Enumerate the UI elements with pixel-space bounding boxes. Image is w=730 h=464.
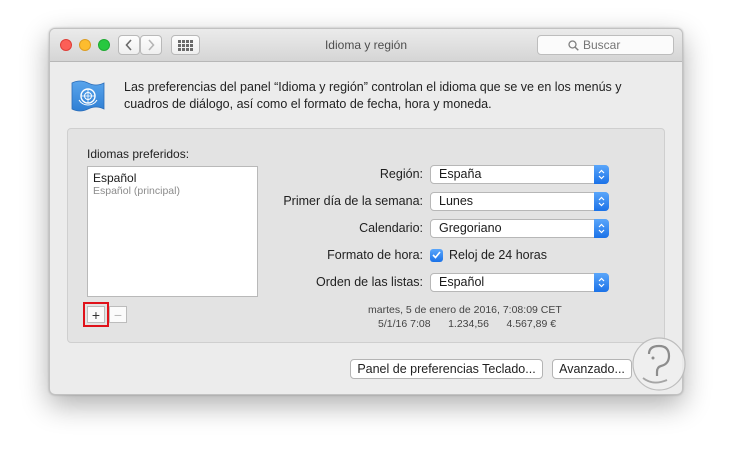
number-preview: 1.234,56	[448, 318, 489, 330]
panel-description: Las preferencias del panel “Idioma y reg…	[124, 80, 622, 111]
region-select[interactable]: España	[430, 165, 609, 184]
keyboard-prefs-button[interactable]: Panel de preferencias Teclado...	[350, 359, 543, 379]
calendar-label: Calendario:	[359, 221, 423, 235]
stepper-arrows-icon	[594, 219, 609, 238]
title-bar: Idioma y región	[50, 29, 682, 62]
time-format-label: Formato de hora:	[327, 248, 423, 262]
24-hour-label[interactable]: Reloj de 24 horas	[449, 248, 547, 262]
settings-panel: Idiomas preferidos: Español Español (pri…	[67, 128, 665, 343]
watermark-logo	[632, 337, 686, 391]
region-label: Región:	[379, 167, 423, 181]
close-window-button[interactable]	[60, 39, 72, 51]
un-flag-icon	[71, 80, 105, 112]
search-field[interactable]	[537, 35, 674, 55]
stepper-arrows-icon	[594, 192, 609, 211]
first-day-label: Primer día de la semana:	[283, 194, 423, 208]
first-day-value: Lunes	[439, 194, 474, 208]
forward-button[interactable]	[140, 35, 162, 55]
search-icon	[568, 39, 579, 51]
chevron-left-icon	[125, 39, 132, 51]
region-value: España	[439, 167, 482, 181]
zoom-window-button[interactable]	[98, 39, 110, 51]
search-input[interactable]	[583, 38, 643, 52]
preferences-window: Idioma y región Las preferencias del pan…	[49, 28, 683, 395]
short-format-preview: 5/1/16 7:08 1.234,56 4.567,89 €	[378, 318, 556, 330]
chevron-right-icon	[148, 39, 155, 51]
list-order-value: Español	[439, 275, 485, 289]
24-hour-checkbox[interactable]	[430, 248, 443, 262]
minimize-window-button[interactable]	[79, 39, 91, 51]
time-format-row: Reloj de 24 horas	[430, 248, 547, 262]
list-order-label: Orden de las listas:	[316, 275, 423, 289]
date-format-preview: martes, 5 de enero de 2016, 7:08:09 CET	[368, 304, 562, 316]
short-date-preview: 5/1/16 7:08	[378, 318, 431, 330]
show-all-button[interactable]	[171, 35, 200, 55]
advanced-button[interactable]: Avanzado...	[552, 359, 632, 379]
back-button[interactable]	[118, 35, 140, 55]
calendar-select[interactable]: Gregoriano	[430, 219, 609, 238]
stepper-arrows-icon	[594, 165, 609, 184]
stepper-arrows-icon	[594, 273, 609, 292]
add-language-button[interactable]: +	[87, 306, 105, 323]
currency-preview: 4.567,89 €	[506, 318, 557, 330]
checkmark-icon	[432, 251, 441, 259]
grid-icon	[178, 39, 193, 51]
first-day-select[interactable]: Lunes	[430, 192, 609, 211]
list-order-select[interactable]: Español	[430, 273, 609, 292]
preferred-languages-label: Idiomas preferidos:	[87, 147, 190, 161]
remove-language-button[interactable]: −	[109, 306, 127, 323]
calendar-value: Gregoriano	[439, 221, 502, 235]
